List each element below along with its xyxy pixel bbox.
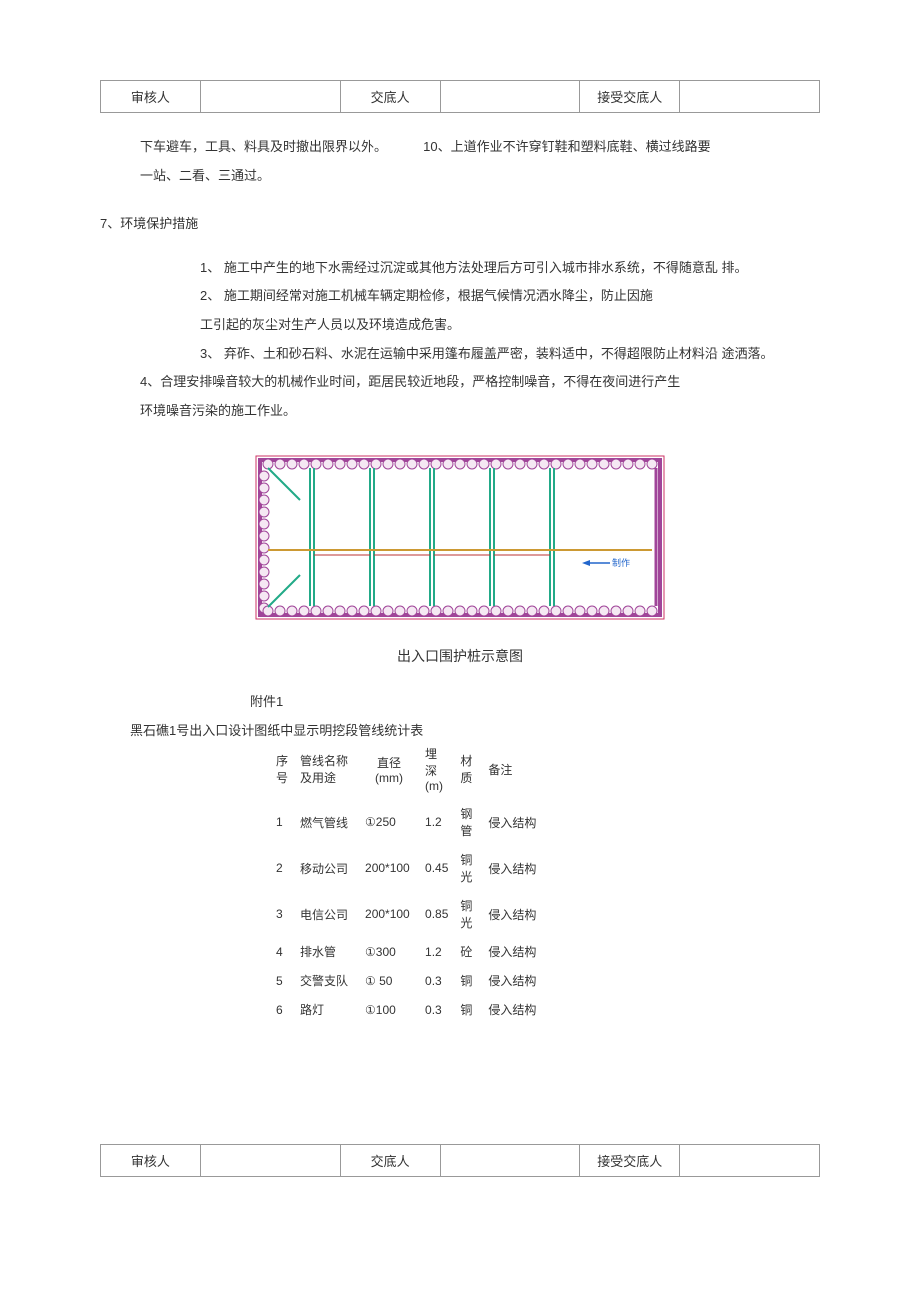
section-heading-7: 7、环境保护措施	[100, 210, 780, 239]
th-name: 管线名称及用途	[294, 739, 359, 799]
cell-seq: 3	[270, 891, 294, 937]
cell-note: 侵入结构	[482, 937, 542, 966]
body-paragraph: 一站、二看、三通过。	[140, 162, 780, 191]
cell-depth: 0.45	[419, 845, 454, 891]
cell-note: 侵入结构	[482, 799, 542, 845]
cell-material: 钢管	[454, 799, 482, 845]
th-seq: 序号	[270, 739, 294, 799]
env-item: 1、 施工中产生的地下水需经过沉淀或其他方法处理后方可引入城市排水系统，不得随意…	[200, 254, 780, 283]
th-depth: 埋深(m)	[419, 739, 454, 799]
cell-name: 燃气管线	[294, 799, 359, 845]
receiver-value	[680, 81, 820, 113]
cell-name: 电信公司	[294, 891, 359, 937]
reviewer-label: 审核人	[101, 81, 201, 113]
env-item: 4、合理安排噪音较大的机械作业时间，距居民较近地段，严格控制噪音，不得在夜间进行…	[140, 368, 780, 397]
handover-label: 交底人	[340, 81, 440, 113]
th-diam: 直径(mm)	[359, 739, 419, 799]
cell-material: 砼	[454, 937, 482, 966]
th-material: 材质	[454, 739, 482, 799]
env-item: 环境噪音污染的施工作业。	[140, 397, 780, 426]
receiver-value	[680, 1145, 820, 1177]
attachment-label: 附件1	[250, 691, 820, 710]
table-row: 5交警支队① 500.3铜侵入结构	[270, 966, 542, 995]
cell-diam: 200*100	[359, 845, 419, 891]
cell-name: 路灯	[294, 995, 359, 1024]
cell-note: 侵入结构	[482, 845, 542, 891]
text-p1a: 下车避车，工具、料具及时撤出限界以外。	[140, 139, 387, 154]
cell-seq: 2	[270, 845, 294, 891]
cell-note: 侵入结构	[482, 966, 542, 995]
env-item: 工引起的灰尘对生产人员以及环境造成危害。	[200, 311, 780, 340]
cell-name: 移动公司	[294, 845, 359, 891]
signoff-table-top: 审核人 交底人 接受交底人	[100, 80, 820, 113]
handover-value	[440, 1145, 580, 1177]
cell-seq: 1	[270, 799, 294, 845]
pipeline-table-title: 黑石礁1号出入口设计图纸中显示明挖段管线统计表	[130, 720, 820, 739]
pipeline-table: 序号 管线名称及用途 直径(mm) 埋深(m) 材质 备注 1燃气管线①2501…	[270, 739, 542, 1024]
text-p1b: 10、上道作业不许穿钉鞋和塑料底鞋、横过线路要	[423, 139, 710, 154]
cell-diam: ①100	[359, 995, 419, 1024]
cell-name: 排水管	[294, 937, 359, 966]
reviewer-label: 审核人	[101, 1145, 201, 1177]
cell-note: 侵入结构	[482, 891, 542, 937]
handover-value	[440, 81, 580, 113]
diagram-label: 制作	[612, 557, 630, 568]
body-paragraph: 下车避车，工具、料具及时撤出限界以外。 10、上道作业不许穿钉鞋和塑料底鞋、横过…	[140, 133, 780, 162]
cell-note: 侵入结构	[482, 995, 542, 1024]
env-item: 2、 施工期间经常对施工机械车辆定期检修，根据气候情况洒水降尘，防止因施	[200, 282, 780, 311]
table-row: 6路灯①1000.3铜侵入结构	[270, 995, 542, 1024]
cell-diam: ① 50	[359, 966, 419, 995]
reviewer-value	[200, 1145, 340, 1177]
cell-depth: 0.3	[419, 995, 454, 1024]
enclosure-pile-diagram: 制作	[100, 450, 820, 628]
cell-depth: 0.85	[419, 891, 454, 937]
th-note: 备注	[482, 739, 542, 799]
reviewer-value	[200, 81, 340, 113]
cell-material: 铜光	[454, 845, 482, 891]
cell-material: 铜光	[454, 891, 482, 937]
signoff-table-bottom: 审核人 交底人 接受交底人	[100, 1144, 820, 1177]
table-row: 2移动公司200*1000.45铜光侵入结构	[270, 845, 542, 891]
handover-label: 交底人	[340, 1145, 440, 1177]
table-row: 4排水管①3001.2砼侵入结构	[270, 937, 542, 966]
receiver-label: 接受交底人	[580, 1145, 680, 1177]
cell-depth: 0.3	[419, 966, 454, 995]
cell-material: 铜	[454, 995, 482, 1024]
cell-material: 铜	[454, 966, 482, 995]
table-row: 3电信公司200*1000.85铜光侵入结构	[270, 891, 542, 937]
cell-depth: 1.2	[419, 937, 454, 966]
receiver-label: 接受交底人	[580, 81, 680, 113]
table-row: 1燃气管线①2501.2钢管侵入结构	[270, 799, 542, 845]
cell-depth: 1.2	[419, 799, 454, 845]
cell-seq: 6	[270, 995, 294, 1024]
cell-diam: ①250	[359, 799, 419, 845]
env-item: 3、 弃砟、土和砂石料、水泥在运输中采用篷布履盖严密，装料适中，不得超限防止材料…	[200, 340, 780, 369]
cell-seq: 5	[270, 966, 294, 995]
cell-diam: ①300	[359, 937, 419, 966]
cell-seq: 4	[270, 937, 294, 966]
diagram-caption: 出入口围护桩示意图	[100, 646, 820, 666]
cell-diam: 200*100	[359, 891, 419, 937]
cell-name: 交警支队	[294, 966, 359, 995]
